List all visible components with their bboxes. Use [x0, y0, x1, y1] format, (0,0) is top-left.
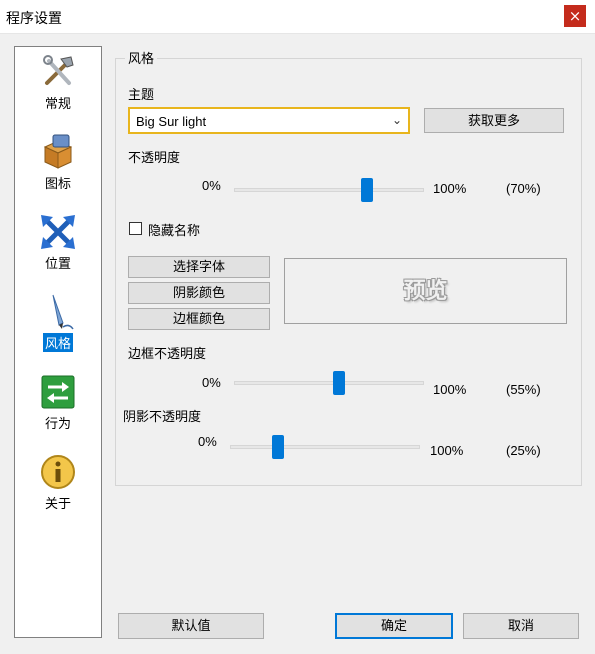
hide-name-label: 隐藏名称 — [148, 223, 201, 238]
sidebar-item-label: 风格 — [42, 333, 73, 352]
window-title: 程序设置 — [6, 10, 62, 26]
theme-label: 主题 — [128, 87, 155, 102]
style-group-legend: 风格 — [125, 48, 158, 67]
sidebar-item-style[interactable]: 风格 — [15, 293, 101, 352]
ok-button-label: 确定 — [380, 618, 407, 633]
shadow-opacity-value-label: (25%) — [506, 443, 541, 458]
preview-box: 预览 — [284, 258, 567, 324]
border-color-button-label: 边框颜色 — [172, 311, 225, 326]
sidebar-item-label: 关于 — [44, 496, 71, 511]
sidebar-item-label: 图标 — [44, 176, 71, 191]
border-opacity-min-label: 0% — [202, 375, 221, 390]
sidebar: 常规 图标 位置 风格 行为 关于 — [14, 46, 102, 638]
sidebar-item-icons[interactable]: 图标 — [15, 133, 101, 192]
get-more-button-label: 获取更多 — [467, 113, 520, 128]
opacity-label: 不透明度 — [128, 150, 181, 165]
sidebar-item-about[interactable]: 关于 — [15, 453, 101, 512]
shadow-opacity-min-label: 0% — [198, 434, 217, 449]
opacity-slider-thumb[interactable] — [361, 178, 373, 202]
pen-style-icon — [52, 294, 74, 330]
shadow-opacity-label: 阴影不透明度 — [123, 409, 202, 424]
hide-name-checkbox[interactable] — [129, 222, 142, 235]
sidebar-item-label: 常规 — [44, 96, 71, 111]
shadow-color-button[interactable]: 阴影颜色 — [128, 282, 270, 304]
title-bar: 程序设置 × — [0, 0, 595, 34]
package-icon — [43, 134, 73, 169]
shadow-opacity-slider-thumb[interactable] — [271, 435, 284, 459]
info-icon — [41, 455, 75, 489]
opacity-max-label: 100% — [433, 181, 467, 196]
cancel-button[interactable]: 取消 — [463, 613, 579, 639]
ok-button[interactable]: 确定 — [335, 613, 453, 639]
preview-text: 预览 — [403, 278, 448, 303]
opacity-slider-track — [234, 188, 424, 192]
close-button[interactable]: × — [564, 5, 586, 27]
default-values-button[interactable]: 默认值 — [118, 613, 264, 639]
border-opacity-slider-track — [234, 381, 424, 385]
select-font-button-label: 选择字体 — [172, 259, 225, 274]
get-more-button[interactable]: 获取更多 — [424, 108, 564, 133]
border-color-button[interactable]: 边框颜色 — [128, 308, 270, 330]
opacity-min-label: 0% — [202, 178, 221, 193]
theme-select[interactable]: Big Sur light ⌄ — [128, 107, 410, 134]
sidebar-item-label: 行为 — [44, 416, 71, 431]
border-opacity-label: 边框不透明度 — [128, 346, 207, 361]
shadow-color-button-label: 阴影颜色 — [172, 285, 225, 300]
close-icon: × — [568, 7, 582, 25]
theme-select-value: Big Sur light — [136, 114, 207, 129]
border-opacity-slider-thumb[interactable] — [332, 371, 345, 395]
shadow-opacity-max-label: 100% — [430, 443, 464, 458]
exchange-arrows-icon — [41, 375, 75, 409]
opacity-value-label: (70%) — [506, 181, 541, 196]
sidebar-item-label: 位置 — [44, 256, 71, 271]
shadow-opacity-slider-track — [230, 445, 420, 449]
sidebar-item-behavior[interactable]: 行为 — [15, 373, 101, 432]
move-arrows-icon — [41, 215, 75, 249]
default-values-button-label: 默认值 — [171, 618, 211, 633]
chevron-down-icon: ⌄ — [391, 113, 402, 127]
sidebar-item-position[interactable]: 位置 — [15, 213, 101, 272]
border-opacity-max-label: 100% — [433, 382, 467, 397]
cancel-button-label: 取消 — [507, 618, 534, 633]
border-opacity-value-label: (55%) — [506, 382, 541, 397]
tools-icon — [43, 55, 74, 85]
select-font-button[interactable]: 选择字体 — [128, 256, 270, 278]
sidebar-item-general[interactable]: 常规 — [15, 53, 101, 112]
